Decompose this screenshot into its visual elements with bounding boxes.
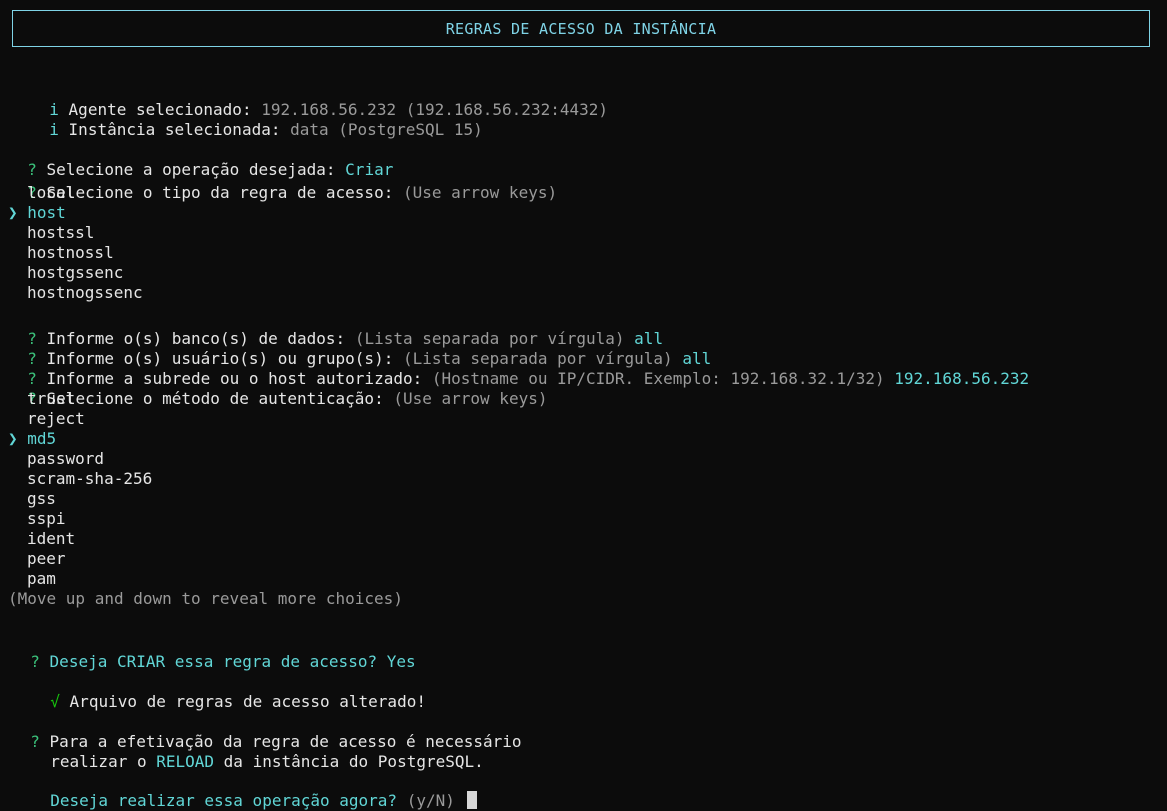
question-mark-icon: ? — [30, 652, 40, 671]
rule-type-option-hostnossl[interactable]: hostnossl — [27, 243, 114, 263]
question-confirm-label-post: essa regra de acesso? — [174, 652, 378, 671]
prompt-line[interactable]: Deseja realizar essa operação agora? (y/… — [31, 771, 477, 810]
success-message: √ Arquivo de regras de acesso alterado! — [31, 672, 426, 711]
success-text: Arquivo de regras de acesso alterado! — [69, 692, 426, 711]
prompt-hint: (y/N) — [406, 791, 455, 810]
info-instance-line: i Instância selecionada: data (PostgreSQ… — [30, 100, 483, 139]
question-rule-type: ? Selecione o tipo da regra de acesso: (… — [8, 163, 557, 202]
rule-type-option-hostgssenc[interactable]: hostgssenc — [27, 263, 123, 283]
text-cursor[interactable] — [466, 791, 477, 809]
auth-option-pam[interactable]: pam — [27, 569, 56, 589]
pointer-icon: ❯ — [8, 203, 18, 222]
auth-option-md5[interactable]: ❯ md5 — [8, 429, 56, 449]
question-reload-text2-post: da instância do PostgreSQL. — [223, 752, 484, 771]
question-databases: ? Informe o(s) banco(s) de dados: (Lista… — [8, 309, 663, 348]
rule-type-option-hostnogssenc[interactable]: hostnogssenc — [27, 283, 143, 303]
question-subnet: ? Informe a subrede ou o host autorizado… — [8, 349, 1029, 388]
auth-option-gss[interactable]: gss — [27, 489, 56, 509]
question-rule-type-label: Selecione o tipo da regra de acesso: — [46, 183, 394, 202]
rule-type-option-local[interactable]: local — [27, 183, 75, 203]
question-subnet-answer: 192.168.56.232 — [894, 369, 1030, 388]
rule-type-option-host[interactable]: ❯ host — [8, 203, 66, 223]
question-rule-type-hint: (Use arrow keys) — [402, 183, 558, 202]
pointer-icon: ❯ — [8, 429, 18, 448]
auth-option-peer[interactable]: peer — [27, 549, 66, 569]
title-box: REGRAS DE ACESSO DA INSTÂNCIA — [12, 10, 1150, 47]
auth-option-scram-sha-256[interactable]: scram-sha-256 — [27, 469, 152, 489]
question-reload-line2: realizar o RELOAD da instância do Postgr… — [31, 732, 484, 771]
rule-type-option-hostssl[interactable]: hostssl — [27, 223, 94, 243]
more-choices-hint: (Move up and down to reveal more choices… — [8, 589, 403, 608]
prompt-text: Deseja realizar essa operação agora? — [50, 791, 398, 810]
info-agent-line: i Agente selecionado: 192.168.56.232 (19… — [30, 80, 608, 119]
auth-option-reject[interactable]: reject — [27, 409, 85, 429]
question-reload-line1: ? Para a efetivação da regra de acesso é… — [11, 712, 521, 751]
auth-option-sspi[interactable]: sspi — [27, 509, 66, 529]
auth-option-ident[interactable]: ident — [27, 529, 75, 549]
question-confirm-label-pre: Deseja — [49, 652, 108, 671]
question-users: ? Informe o(s) usuário(s) ou grupo(s): (… — [8, 329, 711, 368]
check-icon: √ — [50, 692, 60, 711]
question-confirm: ? Deseja CRIAR essa regra de acesso? Yes — [11, 632, 415, 671]
question-confirm-answer: Yes — [386, 652, 416, 671]
question-reload-text2-em: RELOAD — [156, 752, 215, 771]
question-auth-hint: (Use arrow keys) — [393, 389, 548, 408]
question-reload-text2-pre: realizar o — [50, 752, 147, 771]
info-instance-label: Instância selecionada: — [68, 120, 281, 139]
question-confirm-label-em: CRIAR — [116, 652, 166, 671]
auth-option-trust[interactable]: trust — [27, 389, 75, 409]
question-auth-label: Selecione o método de autenticação: — [46, 389, 384, 408]
info-icon: i — [49, 120, 59, 139]
auth-option-password[interactable]: password — [27, 449, 104, 469]
info-instance-value: data (PostgreSQL 15) — [290, 120, 483, 139]
question-operation: ? Selecione a operação desejada: Criar — [8, 140, 393, 179]
page-title: REGRAS DE ACESSO DA INSTÂNCIA — [445, 20, 717, 38]
question-auth: ? Selecione o método de autenticação: (U… — [8, 369, 547, 408]
